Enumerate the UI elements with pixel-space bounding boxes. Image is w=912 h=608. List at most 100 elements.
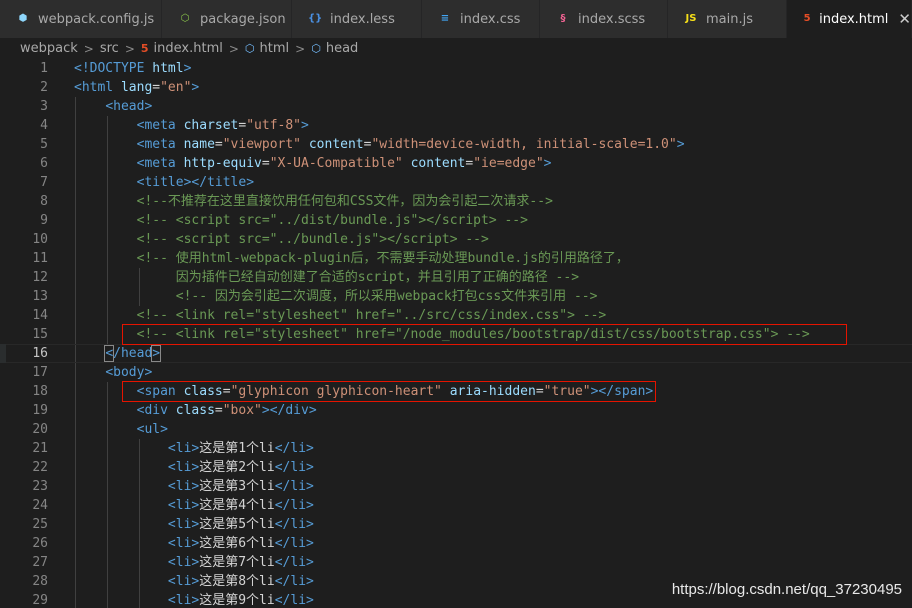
- code-line[interactable]: 22 <li>这是第2个li</li>: [0, 458, 912, 477]
- code-text[interactable]: <meta name="viewport" content="width=dev…: [74, 135, 685, 154]
- breadcrumb-item-src[interactable]: src: [100, 41, 119, 56]
- breadcrumb: webpack > src > 5 index.html > ⬡ html > …: [0, 38, 912, 59]
- line-number: 11: [32, 251, 48, 266]
- code-text[interactable]: <li>这是第1个li</li>: [74, 439, 314, 458]
- code-text[interactable]: <meta charset="utf-8">: [74, 116, 309, 135]
- code-line[interactable]: 8 <!--不推荐在这里直接饮用任何包和CSS文件，因为会引起二次请求-->: [0, 192, 912, 211]
- code-text[interactable]: <html lang="en">: [74, 78, 199, 97]
- tab-label: index.css: [460, 11, 521, 27]
- tab-label: index.less: [330, 11, 395, 27]
- code-line[interactable]: 11 <!-- 使用html-webpack-plugin后，不需要手动处理bu…: [0, 249, 912, 268]
- code-line[interactable]: 12 因为插件已经自动创建了合适的script，并且引用了正确的路径 -->: [0, 268, 912, 287]
- line-number: 19: [32, 403, 48, 418]
- line-number: 14: [32, 308, 48, 323]
- breadcrumb-item-webpack[interactable]: webpack: [20, 41, 78, 56]
- code-line[interactable]: 6 <meta http-equiv="X-UA-Compatible" con…: [0, 154, 912, 173]
- tab-index-css[interactable]: ≡ index.css: [422, 0, 540, 38]
- code-text[interactable]: <body>: [74, 363, 152, 382]
- code-text[interactable]: <div class="box"></div>: [74, 401, 317, 420]
- line-number: 23: [32, 479, 48, 494]
- code-text[interactable]: <li>这是第2个li</li>: [74, 458, 314, 477]
- code-line[interactable]: 16 </head>: [0, 344, 912, 363]
- code-text[interactable]: <li>这是第8个li</li>: [74, 572, 314, 591]
- code-line[interactable]: 5 <meta name="viewport" content="width=d…: [0, 135, 912, 154]
- code-line[interactable]: 7 <title></title>: [0, 173, 912, 192]
- code-editor[interactable]: 1 <!DOCTYPE html> 2 <html lang="en"> 3 <head…: [0, 59, 912, 608]
- code-text[interactable]: <li>这是第4个li</li>: [74, 496, 314, 515]
- tab-webpack-config-js[interactable]: ⬢ webpack.config.js: [0, 0, 162, 38]
- tab-index-less[interactable]: {} index.less: [292, 0, 422, 38]
- line-number: 9: [40, 213, 48, 228]
- line-number: 1: [40, 61, 48, 76]
- tab-index-scss[interactable]: § index.scss: [540, 0, 668, 38]
- code-line[interactable]: 3 <head>: [0, 97, 912, 116]
- code-line[interactable]: 9 <!-- <script src="../dist/bundle.js"><…: [0, 211, 912, 230]
- code-line[interactable]: 27 <li>这是第7个li</li>: [0, 553, 912, 572]
- code-text[interactable]: <head>: [74, 97, 152, 116]
- code-text[interactable]: <!-- 因为会引起二次调度，所以采用webpack打包css文件来引用 -->: [74, 287, 598, 306]
- tab-main-js[interactable]: JS main.js: [668, 0, 787, 38]
- code-text[interactable]: <li>这是第3个li</li>: [74, 477, 314, 496]
- code-text[interactable]: <meta http-equiv="X-UA-Compatible" conte…: [74, 154, 552, 173]
- code-text[interactable]: <ul>: [74, 420, 168, 439]
- line-number: 3: [40, 99, 48, 114]
- code-line[interactable]: 13 <!-- 因为会引起二次调度，所以采用webpack打包css文件来引用 …: [0, 287, 912, 306]
- code-line[interactable]: 17 <body>: [0, 363, 912, 382]
- tab-index-html[interactable]: 5 index.html ✕: [787, 0, 912, 38]
- tab-label: package.json: [200, 11, 286, 27]
- node-icon: ⬡: [180, 13, 190, 24]
- line-number: 7: [40, 175, 48, 190]
- close-icon[interactable]: ✕: [898, 10, 911, 28]
- code-text[interactable]: <!-- 使用html-webpack-plugin后，不需要手动处理bundl…: [74, 249, 629, 268]
- code-text[interactable]: </head>: [74, 344, 162, 363]
- line-number: 22: [32, 460, 48, 475]
- code-text[interactable]: <!-- <script src="../bundle.js"></script…: [74, 230, 489, 249]
- breadcrumb-item-file[interactable]: index.html: [154, 41, 223, 56]
- code-line[interactable]: 24 <li>这是第4个li</li>: [0, 496, 912, 515]
- css3-icon: ≡: [440, 13, 450, 24]
- braces-icon: {}: [308, 13, 323, 24]
- code-text[interactable]: <li>这是第6个li</li>: [74, 534, 314, 553]
- line-number: 2: [40, 80, 48, 95]
- code-line[interactable]: 10 <!-- <script src="../bundle.js"></scr…: [0, 230, 912, 249]
- code-text[interactable]: <!-- <link rel="stylesheet" href="../src…: [74, 306, 607, 325]
- code-text[interactable]: <!--不推荐在这里直接饮用任何包和CSS文件，因为会引起二次请求-->: [74, 192, 553, 211]
- cube-icon: ⬡: [311, 42, 321, 55]
- line-number: 10: [32, 232, 48, 247]
- line-number: 16: [32, 346, 48, 361]
- code-line[interactable]: 26 <li>这是第6个li</li>: [0, 534, 912, 553]
- tab-label: main.js: [706, 11, 753, 27]
- code-line[interactable]: 19 <div class="box"></div>: [0, 401, 912, 420]
- webpack-icon: ⬢: [18, 13, 28, 24]
- code-line[interactable]: 25 <li>这是第5个li</li>: [0, 515, 912, 534]
- code-line[interactable]: 1 <!DOCTYPE html>: [0, 59, 912, 78]
- code-line[interactable]: 20 <ul>: [0, 420, 912, 439]
- tab-bar: ⬢ webpack.config.js ⬡ package.json {} index.l…: [0, 0, 912, 38]
- code-text[interactable]: <!-- <script src="../dist/bundle.js"></s…: [74, 211, 528, 230]
- html5-icon: 5: [140, 42, 149, 55]
- chevron-right-icon: >: [228, 41, 239, 56]
- code-line[interactable]: 21 <li>这是第1个li</li>: [0, 439, 912, 458]
- code-line[interactable]: 23 <li>这是第3个li</li>: [0, 477, 912, 496]
- tab-label: index.scss: [578, 11, 646, 27]
- tab-package-json[interactable]: ⬡ package.json: [162, 0, 292, 38]
- line-number: 15: [32, 327, 48, 342]
- line-number: 18: [32, 384, 48, 399]
- cube-icon: ⬡: [244, 42, 255, 55]
- code-line[interactable]: 14 <!-- <link rel="stylesheet" href="../…: [0, 306, 912, 325]
- javascript-icon: JS: [685, 13, 697, 24]
- highlight-box: [122, 381, 656, 402]
- code-text[interactable]: <!DOCTYPE html>: [74, 59, 191, 78]
- line-number: 24: [32, 498, 48, 513]
- code-text[interactable]: <li>这是第9个li</li>: [74, 591, 314, 608]
- code-text[interactable]: 因为插件已经自动创建了合适的script，并且引用了正确的路径 -->: [74, 268, 579, 287]
- code-text[interactable]: <title></title>: [74, 173, 254, 192]
- line-number: 4: [40, 118, 48, 133]
- code-line[interactable]: 4 <meta charset="utf-8">: [0, 116, 912, 135]
- code-text[interactable]: <li>这是第5个li</li>: [74, 515, 314, 534]
- watermark: https://blog.csdn.net/qq_37230495: [671, 581, 902, 598]
- code-text[interactable]: <li>这是第7个li</li>: [74, 553, 314, 572]
- breadcrumb-item-head[interactable]: head: [326, 41, 358, 56]
- code-line[interactable]: 2 <html lang="en">: [0, 78, 912, 97]
- breadcrumb-item-html[interactable]: html: [260, 41, 290, 56]
